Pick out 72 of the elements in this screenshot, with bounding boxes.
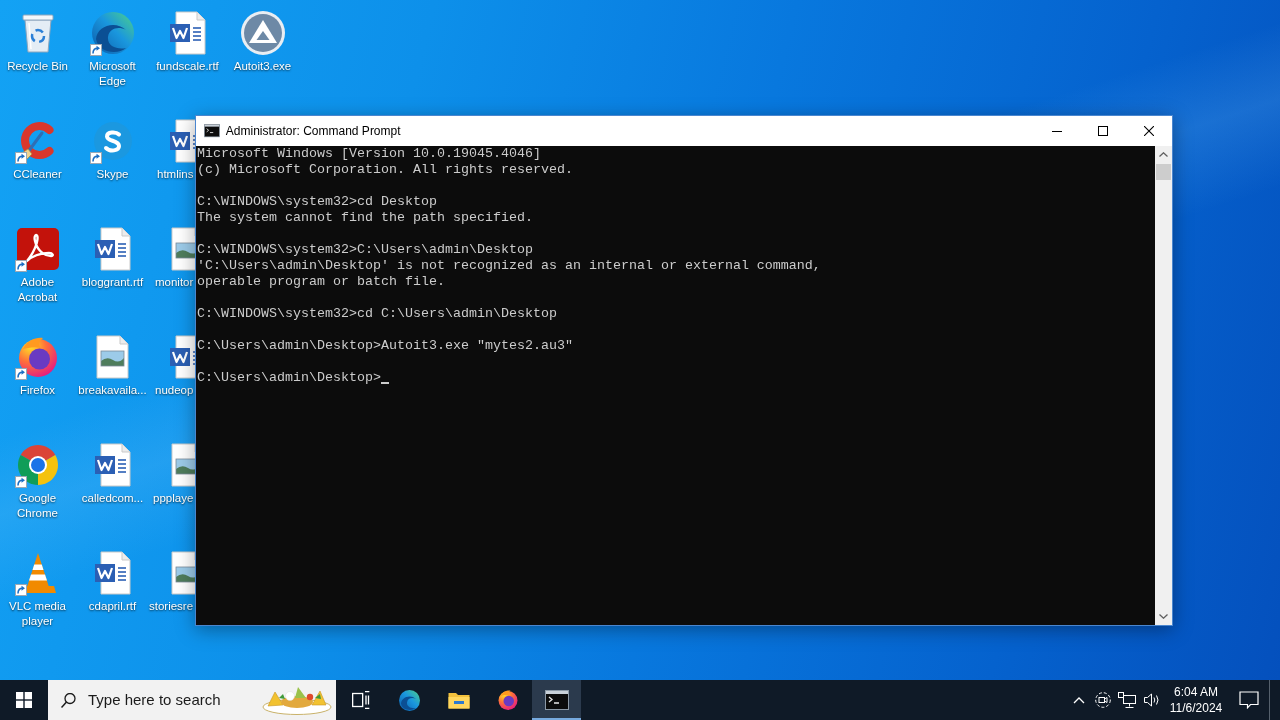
folder-icon — [447, 691, 470, 709]
food-plate-icon — [262, 685, 332, 715]
edge-icon — [399, 689, 420, 711]
chevron-down-icon — [1159, 614, 1168, 619]
desktop-icon-label[interactable]: fundscale.rtf — [156, 59, 219, 74]
notification-icon[interactable] — [1239, 691, 1259, 709]
recycle-bin-icon[interactable] — [21, 13, 54, 53]
desktop-icon-label[interactable]: Recycle Bin — [7, 59, 68, 74]
desktop-icon-label[interactable]: ppplaye — [153, 491, 194, 506]
scrollbar-track[interactable] — [1155, 146, 1172, 625]
console-line: operable program or batch file. — [197, 274, 445, 290]
image-file-icon[interactable] — [171, 227, 195, 271]
desktop-icon-label[interactable]: Google Chrome — [1, 491, 74, 521]
window-title: Administrator: Command Prompt — [225, 123, 401, 140]
chevron-up-icon[interactable] — [1073, 696, 1085, 704]
word-document-icon[interactable] — [94, 227, 131, 271]
word-document-icon[interactable] — [169, 11, 206, 55]
desktop-icon-label[interactable]: cdapril.rtf — [88, 599, 137, 614]
console-line: C:\WINDOWS\system32>C:\Users\admin\Desktop — [197, 242, 533, 258]
firefox-icon[interactable] — [17, 336, 58, 378]
search-input[interactable]: Type here to search — [88, 688, 238, 712]
desktop-icon-label[interactable]: Firefox — [19, 383, 56, 398]
desktop-icon-label[interactable]: monitor — [155, 275, 194, 290]
console-line: C:\WINDOWS\system32>cd C:\Users\admin\Desktop — [197, 306, 557, 322]
maximize-icon — [1098, 126, 1108, 136]
desktop-icon-label[interactable]: breakavaila... — [78, 383, 147, 398]
network-icon[interactable] — [1118, 692, 1136, 708]
desktop-icon-label[interactable]: Skype — [96, 167, 129, 182]
console-line: Microsoft Windows [Version 10.0.19045.4046] — [197, 146, 541, 162]
word-document-icon[interactable] — [94, 551, 131, 595]
desktop-icon-label[interactable]: calledcom... — [81, 491, 144, 506]
clock-button[interactable]: 6:04 AM 11/6/2024 — [1163, 680, 1229, 720]
console-line: C:\Users\admin\Desktop>Autoit3.exe "mytes2.au3" — [197, 338, 573, 354]
volume-icon[interactable] — [1142, 692, 1160, 708]
acrobat-icon[interactable] — [16, 228, 59, 270]
image-file-icon[interactable] — [171, 443, 195, 487]
desktop-icon-label[interactable]: CCleaner — [13, 167, 62, 182]
close-icon — [1144, 126, 1154, 136]
taskbar-button[interactable] — [532, 680, 581, 720]
console-line: The system cannot find the path specified. — [197, 210, 533, 226]
console-line: C:\WINDOWS\system32>cd Desktop — [197, 194, 437, 210]
desktop-icon-label[interactable]: bloggrant.rtf — [81, 275, 144, 290]
word-document-icon[interactable] — [94, 443, 131, 487]
chrome-icon[interactable] — [17, 445, 58, 485]
desktop-icon-label[interactable]: Autoit3.exe — [233, 59, 292, 74]
image-file-icon[interactable] — [171, 551, 195, 595]
skype-icon[interactable] — [93, 122, 132, 160]
edge-icon[interactable] — [91, 12, 134, 54]
console-line: (c) Microsoft Corporation. All rights reserved. — [197, 162, 573, 178]
desktop-icon-label[interactable]: htmlins — [157, 167, 194, 182]
image-file-icon[interactable] — [96, 335, 129, 379]
desktop-icon-label[interactable]: VLC media player — [1, 599, 74, 629]
autoit-icon[interactable] — [240, 11, 285, 55]
terminal-icon — [204, 124, 220, 138]
ccleaner-icon[interactable] — [20, 120, 55, 162]
text-cursor-icon — [380, 382, 389, 384]
camera-icon[interactable] — [1095, 692, 1111, 708]
search-icon — [61, 692, 76, 708]
search-field[interactable]: Type here to search — [48, 680, 336, 720]
console-line: 'C:\Users\admin\Desktop' is not recognized as an internal or external command, — [197, 258, 821, 274]
desktop-icon-label[interactable]: storiesre — [149, 599, 194, 614]
firefox-icon — [497, 689, 518, 711]
chevron-up-icon — [1159, 152, 1168, 157]
terminal-icon — [544, 690, 569, 710]
desktop-icon-label[interactable]: nudeop — [155, 383, 194, 398]
desktop-icon-label[interactable]: Microsoft Edge — [76, 59, 149, 89]
desktop-icon-label[interactable]: Adobe Acrobat — [1, 275, 74, 305]
task-view-icon — [351, 691, 370, 709]
console-line: C:\Users\admin\Desktop> — [197, 370, 381, 386]
minimize-icon — [1052, 130, 1062, 132]
windows-logo-icon — [16, 692, 32, 708]
scroll-thumb[interactable] — [1156, 164, 1171, 180]
